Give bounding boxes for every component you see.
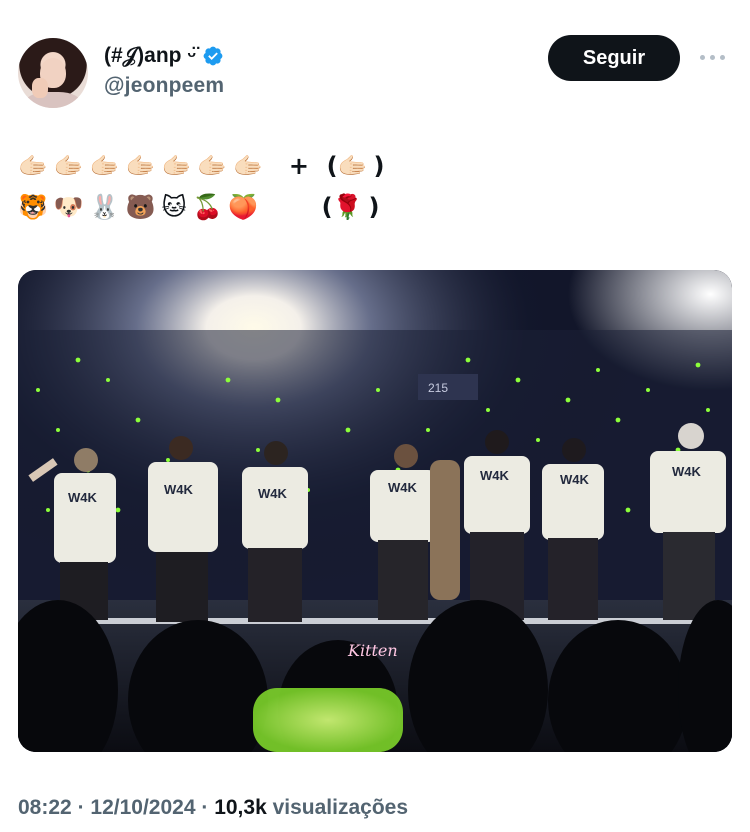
shirt-print-3: W4K (258, 486, 288, 501)
shirt-print-4: W4K (388, 480, 418, 495)
author-display-name-row[interactable]: (#𝒥)anp ᵕ̈ (104, 44, 224, 68)
concert-photo: 215 W4K W4K W4K W4K W4K W4K W4K Kitten (18, 270, 732, 752)
views-label: visualizações (272, 796, 409, 819)
avatar-hand (32, 78, 48, 98)
views-count: 10,3k (214, 796, 267, 819)
tweet-time[interactable]: 08:22 (18, 796, 72, 819)
shirt-print-1: W4K (68, 490, 98, 505)
tweet-text-line-1: 🫱🏻🫱🏻🫱🏻🫱🏻🫱🏻🫱🏻🫱🏻 + (🫱🏻) (18, 152, 384, 180)
tweet-date[interactable]: 12/10/2024 (90, 796, 195, 819)
open-paren-2: ( (321, 193, 333, 221)
tweet-meta: 08:22 · 12/10/2024 · 10,3k visualizações (18, 796, 408, 820)
animal-emoji-sequence: 🐯🐶🐰🐻🐱🍒🍑 (18, 193, 265, 221)
author-names: (#𝒥)anp ᵕ̈ @jeonpeem (104, 44, 224, 98)
tweet-photo[interactable]: 215 W4K W4K W4K W4K W4K W4K W4K Kitten (18, 270, 732, 752)
author-handle[interactable]: @jeonpeem (104, 74, 224, 98)
close-paren: ) (373, 152, 385, 180)
more-horizontal-icon[interactable] (700, 50, 728, 64)
tweet-header: (#𝒥)anp ᵕ̈ @jeonpeem Seguir (18, 35, 732, 110)
green-lightstick-blur (253, 688, 403, 752)
hand-emoji-extra: 🫱🏻 (337, 152, 374, 180)
open-paren: ( (326, 152, 338, 180)
section-sign: 215 (428, 381, 448, 395)
tweet-text-line-2: 🐯🐶🐰🐻🐱🍒🍑 (🌹) (18, 193, 379, 221)
shirt-print-5: W4K (480, 468, 510, 483)
rose-emoji: 🌹 (332, 193, 369, 221)
verified-badge-icon (203, 46, 223, 66)
avatar[interactable] (18, 38, 88, 108)
shirt-print-7: W4K (672, 464, 702, 479)
plus-sign: + (288, 152, 309, 180)
watermark-text: Kitten (347, 641, 398, 660)
hand-emoji-sequence: 🫱🏻🫱🏻🫱🏻🫱🏻🫱🏻🫱🏻🫱🏻 (18, 152, 270, 180)
separator: · (77, 796, 85, 819)
shirt-print-6: W4K (560, 472, 590, 487)
shirt-print-2: W4K (164, 482, 194, 497)
follow-button[interactable]: Seguir (548, 35, 680, 81)
separator-2: · (201, 796, 209, 819)
author-display-name[interactable]: (#𝒥)anp ᵕ̈ (104, 44, 196, 68)
close-paren-2: ) (368, 193, 380, 221)
